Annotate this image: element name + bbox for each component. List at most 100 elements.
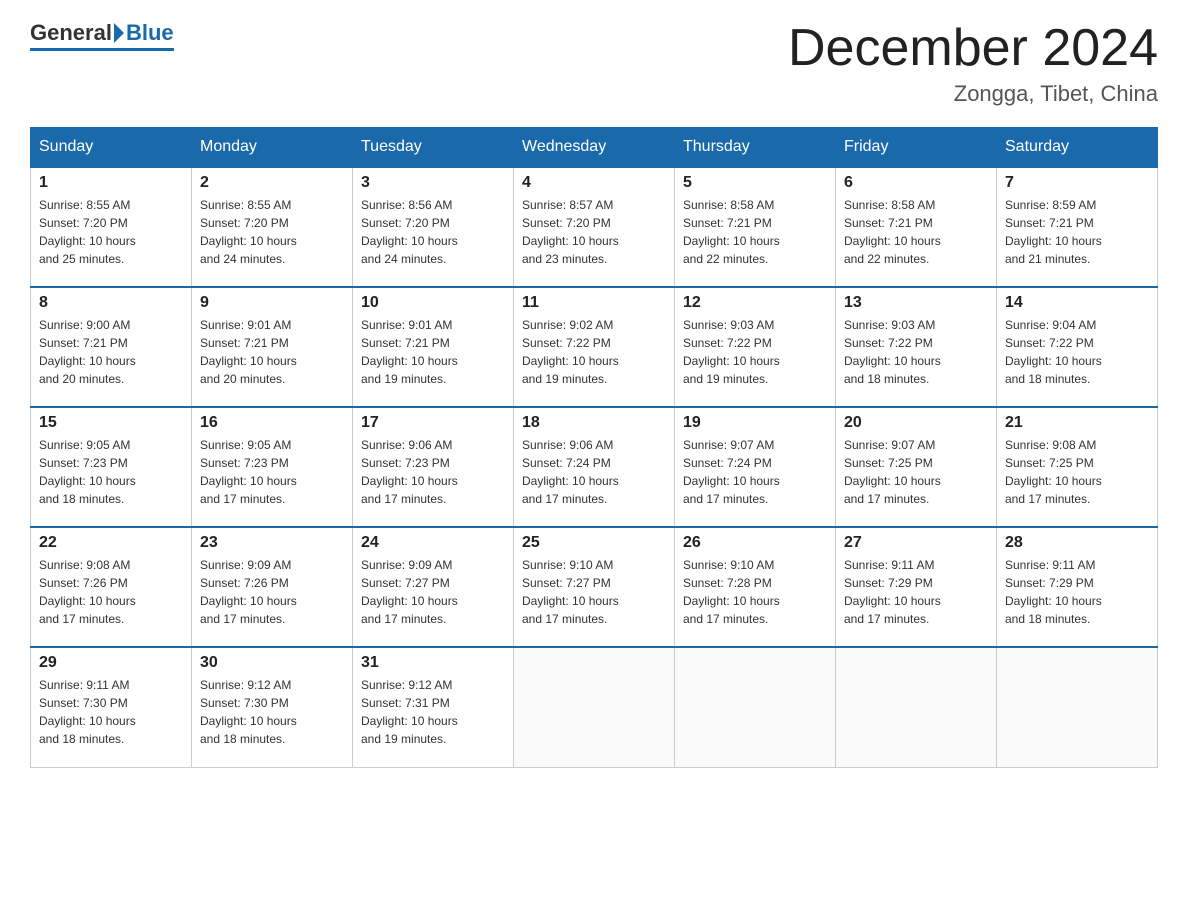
- col-header-tuesday: Tuesday: [353, 128, 514, 168]
- logo: General Blue: [30, 20, 174, 51]
- day-info: Sunrise: 9:01 AMSunset: 7:21 PMDaylight:…: [200, 316, 344, 388]
- day-number: 20: [844, 414, 988, 432]
- day-info: Sunrise: 9:05 AMSunset: 7:23 PMDaylight:…: [39, 436, 183, 508]
- day-info: Sunrise: 9:08 AMSunset: 7:25 PMDaylight:…: [1005, 436, 1149, 508]
- day-number: 7: [1005, 174, 1149, 192]
- day-info: Sunrise: 9:06 AMSunset: 7:23 PMDaylight:…: [361, 436, 505, 508]
- day-number: 17: [361, 414, 505, 432]
- calendar-cell: 24Sunrise: 9:09 AMSunset: 7:27 PMDayligh…: [353, 527, 514, 647]
- day-number: 29: [39, 654, 183, 672]
- day-number: 6: [844, 174, 988, 192]
- day-number: 3: [361, 174, 505, 192]
- calendar-cell: 6Sunrise: 8:58 AMSunset: 7:21 PMDaylight…: [836, 167, 997, 287]
- day-number: 31: [361, 654, 505, 672]
- day-number: 25: [522, 534, 666, 552]
- day-info: Sunrise: 9:12 AMSunset: 7:31 PMDaylight:…: [361, 676, 505, 748]
- day-info: Sunrise: 8:55 AMSunset: 7:20 PMDaylight:…: [39, 196, 183, 268]
- calendar-subtitle: Zongga, Tibet, China: [788, 81, 1158, 107]
- calendar-header-row: SundayMondayTuesdayWednesdayThursdayFrid…: [31, 128, 1158, 168]
- calendar-cell: 9Sunrise: 9:01 AMSunset: 7:21 PMDaylight…: [192, 287, 353, 407]
- calendar-week-row: 29 Sunrise: 9:11 AMSunset: 7:30 PMDayligh…: [31, 647, 1158, 767]
- calendar-cell: [836, 647, 997, 767]
- col-header-thursday: Thursday: [675, 128, 836, 168]
- day-number: 13: [844, 294, 988, 312]
- calendar-cell: 22 Sunrise: 9:08 AMSunset: 7:26 PMDayligh…: [31, 527, 192, 647]
- day-number: 21: [1005, 414, 1149, 432]
- calendar-cell: 5 Sunrise: 8:58 AMSunset: 7:21 PMDaylight…: [675, 167, 836, 287]
- day-number: 11: [522, 294, 666, 312]
- day-info: Sunrise: 9:12 AMSunset: 7:30 PMDaylight:…: [200, 676, 344, 748]
- calendar-cell: 25 Sunrise: 9:10 AMSunset: 7:27 PMDayligh…: [514, 527, 675, 647]
- logo-triangle-icon: [114, 23, 124, 43]
- day-info: Sunrise: 9:06 AMSunset: 7:24 PMDaylight:…: [522, 436, 666, 508]
- calendar-cell: 19 Sunrise: 9:07 AMSunset: 7:24 PMDayligh…: [675, 407, 836, 527]
- day-info: Sunrise: 9:11 AMSunset: 7:29 PMDaylight:…: [844, 556, 988, 628]
- day-info: Sunrise: 8:57 AMSunset: 7:20 PMDaylight:…: [522, 196, 666, 268]
- calendar-cell: 28Sunrise: 9:11 AMSunset: 7:29 PMDayligh…: [997, 527, 1158, 647]
- day-info: Sunrise: 9:07 AMSunset: 7:24 PMDaylight:…: [683, 436, 827, 508]
- calendar-cell: [675, 647, 836, 767]
- calendar-cell: 8 Sunrise: 9:00 AMSunset: 7:21 PMDaylight…: [31, 287, 192, 407]
- day-info: Sunrise: 9:10 AMSunset: 7:28 PMDaylight:…: [683, 556, 827, 628]
- logo-general-text: General: [30, 20, 112, 46]
- calendar-cell: 16 Sunrise: 9:05 AMSunset: 7:23 PMDayligh…: [192, 407, 353, 527]
- day-number: 23: [200, 534, 344, 552]
- calendar-cell: 30 Sunrise: 9:12 AMSunset: 7:30 PMDayligh…: [192, 647, 353, 767]
- day-number: 2: [200, 174, 344, 192]
- calendar-cell: 14Sunrise: 9:04 AMSunset: 7:22 PMDayligh…: [997, 287, 1158, 407]
- day-info: Sunrise: 9:07 AMSunset: 7:25 PMDaylight:…: [844, 436, 988, 508]
- day-number: 27: [844, 534, 988, 552]
- day-info: Sunrise: 9:11 AMSunset: 7:30 PMDaylight:…: [39, 676, 183, 748]
- page-header: General Blue December 2024 Zongga, Tibet…: [30, 20, 1158, 107]
- calendar-cell: 17 Sunrise: 9:06 AMSunset: 7:23 PMDayligh…: [353, 407, 514, 527]
- logo-blue-text: Blue: [126, 20, 174, 46]
- title-section: December 2024 Zongga, Tibet, China: [788, 20, 1158, 107]
- day-number: 1: [39, 174, 183, 192]
- calendar-cell: 12 Sunrise: 9:03 AMSunset: 7:22 PMDayligh…: [675, 287, 836, 407]
- calendar-cell: 23 Sunrise: 9:09 AMSunset: 7:26 PMDayligh…: [192, 527, 353, 647]
- calendar-cell: 3 Sunrise: 8:56 AMSunset: 7:20 PMDaylight…: [353, 167, 514, 287]
- day-info: Sunrise: 9:09 AMSunset: 7:26 PMDaylight:…: [200, 556, 344, 628]
- calendar-cell: 21 Sunrise: 9:08 AMSunset: 7:25 PMDayligh…: [997, 407, 1158, 527]
- calendar-cell: 7Sunrise: 8:59 AMSunset: 7:21 PMDaylight…: [997, 167, 1158, 287]
- day-info: Sunrise: 9:01 AMSunset: 7:21 PMDaylight:…: [361, 316, 505, 388]
- col-header-friday: Friday: [836, 128, 997, 168]
- day-number: 30: [200, 654, 344, 672]
- col-header-wednesday: Wednesday: [514, 128, 675, 168]
- day-number: 12: [683, 294, 827, 312]
- day-info: Sunrise: 9:08 AMSunset: 7:26 PMDaylight:…: [39, 556, 183, 628]
- day-info: Sunrise: 8:56 AMSunset: 7:20 PMDaylight:…: [361, 196, 505, 268]
- day-info: Sunrise: 9:03 AMSunset: 7:22 PMDaylight:…: [683, 316, 827, 388]
- calendar-cell: 2 Sunrise: 8:55 AMSunset: 7:20 PMDaylight…: [192, 167, 353, 287]
- day-number: 14: [1005, 294, 1149, 312]
- day-info: Sunrise: 9:11 AMSunset: 7:29 PMDaylight:…: [1005, 556, 1149, 628]
- day-number: 5: [683, 174, 827, 192]
- calendar-cell: [514, 647, 675, 767]
- day-number: 18: [522, 414, 666, 432]
- day-info: Sunrise: 9:03 AMSunset: 7:22 PMDaylight:…: [844, 316, 988, 388]
- day-info: Sunrise: 8:55 AMSunset: 7:20 PMDaylight:…: [200, 196, 344, 268]
- day-info: Sunrise: 9:00 AMSunset: 7:21 PMDaylight:…: [39, 316, 183, 388]
- day-number: 15: [39, 414, 183, 432]
- day-info: Sunrise: 9:10 AMSunset: 7:27 PMDaylight:…: [522, 556, 666, 628]
- day-info: Sunrise: 9:05 AMSunset: 7:23 PMDaylight:…: [200, 436, 344, 508]
- calendar-week-row: 8 Sunrise: 9:00 AMSunset: 7:21 PMDaylight…: [31, 287, 1158, 407]
- day-number: 4: [522, 174, 666, 192]
- day-number: 26: [683, 534, 827, 552]
- day-number: 22: [39, 534, 183, 552]
- logo-underline: [30, 48, 174, 51]
- calendar-cell: [997, 647, 1158, 767]
- day-number: 19: [683, 414, 827, 432]
- day-info: Sunrise: 9:02 AMSunset: 7:22 PMDaylight:…: [522, 316, 666, 388]
- day-info: Sunrise: 9:09 AMSunset: 7:27 PMDaylight:…: [361, 556, 505, 628]
- calendar-cell: 26 Sunrise: 9:10 AMSunset: 7:28 PMDayligh…: [675, 527, 836, 647]
- day-number: 16: [200, 414, 344, 432]
- day-number: 8: [39, 294, 183, 312]
- calendar-cell: 27 Sunrise: 9:11 AMSunset: 7:29 PMDayligh…: [836, 527, 997, 647]
- day-info: Sunrise: 8:58 AMSunset: 7:21 PMDaylight:…: [683, 196, 827, 268]
- calendar-week-row: 15 Sunrise: 9:05 AMSunset: 7:23 PMDayligh…: [31, 407, 1158, 527]
- col-header-saturday: Saturday: [997, 128, 1158, 168]
- calendar-week-row: 22 Sunrise: 9:08 AMSunset: 7:26 PMDayligh…: [31, 527, 1158, 647]
- calendar-cell: 13 Sunrise: 9:03 AMSunset: 7:22 PMDayligh…: [836, 287, 997, 407]
- calendar-cell: 18 Sunrise: 9:06 AMSunset: 7:24 PMDayligh…: [514, 407, 675, 527]
